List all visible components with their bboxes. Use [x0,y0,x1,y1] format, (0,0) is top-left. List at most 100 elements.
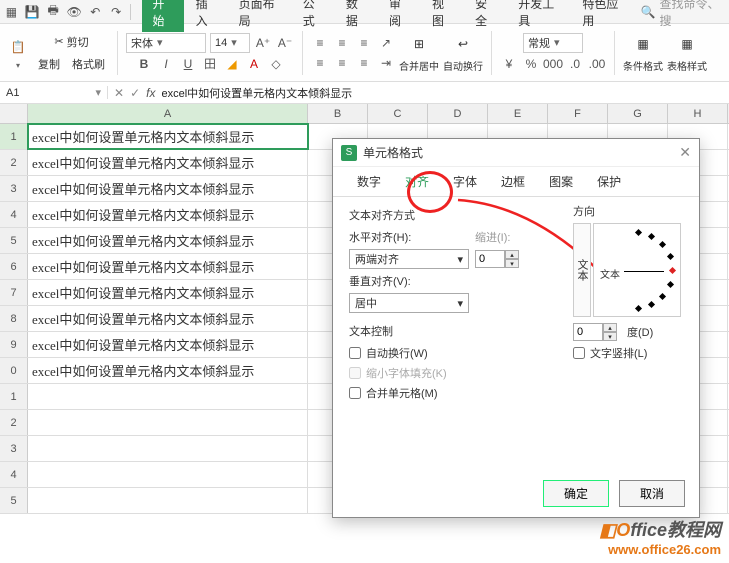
align-top-icon[interactable]: ≡ [311,34,329,52]
dlg-tab-border[interactable]: 边框 [489,167,537,196]
ok-button[interactable]: 确定 [543,480,609,507]
cell[interactable] [28,436,308,461]
home-icon[interactable]: ▦ [4,4,19,20]
orientation-dial[interactable]: 文本 [593,223,681,317]
decrease-font-icon[interactable]: A⁻ [276,34,294,52]
cut-button[interactable]: ✂剪切 [50,32,92,52]
paste-icon[interactable]: 📋 [6,35,30,59]
row-header[interactable]: 1 [0,124,28,149]
cell[interactable]: excel中如何设置单元格内文本倾斜显示 [28,306,308,331]
col-header-c[interactable]: C [368,104,428,123]
cell-styles-icon[interactable]: ▦ [675,32,699,56]
preview-icon[interactable]: 👁 [67,4,82,20]
tab-start[interactable]: 开始 [142,0,183,32]
align-bottom-icon[interactable]: ≡ [355,34,373,52]
fx-icon[interactable]: fx [146,86,155,100]
cell[interactable]: excel中如何设置单元格内文本倾斜显示 [28,202,308,227]
tab-review[interactable]: 审阅 [379,0,420,32]
wrap-checkbox[interactable] [349,347,361,359]
row-header[interactable]: 6 [0,254,28,279]
col-header-d[interactable]: D [428,104,488,123]
wrap-icon[interactable]: ↩ [451,32,475,56]
select-all-corner[interactable] [0,104,28,123]
clear-format-icon[interactable]: ◇ [267,55,285,73]
number-format-combo[interactable]: 常规▾ [523,33,583,53]
degree-input[interactable] [573,323,603,341]
fx-confirm-icon[interactable]: ✓ [130,86,140,100]
indent-input[interactable] [475,250,505,268]
bold-icon[interactable]: B [135,55,153,73]
redo-icon[interactable]: ↷ [109,4,124,20]
cell[interactable]: excel中如何设置单元格内文本倾斜显示 [28,332,308,357]
undo-icon[interactable]: ↶ [88,4,103,20]
inc-decimal-icon[interactable]: .0 [566,55,584,73]
cond-format-icon[interactable]: ▦ [631,32,655,56]
print-icon[interactable]: 🖶 [46,4,61,20]
spin-down-icon[interactable]: ▾ [505,259,519,268]
formula-content[interactable]: excel中如何设置单元格内文本倾斜显示 [161,85,352,101]
dec-decimal-icon[interactable]: .00 [588,55,606,73]
tab-insert[interactable]: 插入 [186,0,227,32]
cell[interactable] [28,384,308,409]
save-icon[interactable]: 💾 [25,4,40,20]
indent-spinner[interactable]: ▴▾ [475,250,525,268]
percent-icon[interactable]: % [522,55,540,73]
italic-icon[interactable]: I [157,55,175,73]
close-icon[interactable]: ✕ [679,144,691,161]
orient-icon[interactable]: ↗ [377,34,395,52]
deg-down-icon[interactable]: ▾ [603,332,617,341]
tab-layout[interactable]: 页面布局 [229,0,291,32]
tab-security[interactable]: 安全 [465,0,506,32]
v-align-select[interactable]: 居中▾ [349,293,469,313]
format-painter-button[interactable]: 格式刷 [68,54,109,74]
align-center-icon[interactable]: ≡ [333,54,351,72]
row-header[interactable]: 9 [0,332,28,357]
cell[interactable]: excel中如何设置单元格内文本倾斜显示 [28,280,308,305]
search-area[interactable]: 🔍 查找命令、搜 [641,0,725,29]
tab-view[interactable]: 视图 [422,0,463,32]
deg-up-icon[interactable]: ▴ [603,323,617,332]
border-icon[interactable]: 田 [201,55,219,73]
cell[interactable]: excel中如何设置单元格内文本倾斜显示 [28,176,308,201]
name-box[interactable]: A1▾ [0,86,108,99]
cell[interactable]: excel中如何设置单元格内文本倾斜显示 [28,358,308,383]
comma-icon[interactable]: 000 [544,55,562,73]
dlg-tab-protect[interactable]: 保护 [585,167,633,196]
indent-icon[interactable]: ⇥ [377,54,395,72]
vertical-stack-row[interactable]: 文字竖排(L) [573,345,683,361]
dlg-tab-font[interactable]: 字体 [441,167,489,196]
tab-data[interactable]: 数据 [336,0,377,32]
row-header[interactable]: 3 [0,176,28,201]
cell[interactable]: excel中如何设置单元格内文本倾斜显示 [28,254,308,279]
row-header[interactable]: 5 [0,228,28,253]
underline-icon[interactable]: U [179,55,197,73]
align-right-icon[interactable]: ≡ [355,54,373,72]
col-header-a[interactable]: A [28,104,308,123]
cell[interactable]: excel中如何设置单元格内文本倾斜显示 [28,124,308,149]
cell[interactable] [28,488,308,513]
col-header-h[interactable]: H [668,104,728,123]
row-header[interactable]: 8 [0,306,28,331]
font-size-combo[interactable]: 14▾ [210,33,250,53]
dlg-tab-number[interactable]: 数字 [345,167,393,196]
row-header[interactable]: 0 [0,358,28,383]
tab-formula[interactable]: 公式 [293,0,334,32]
col-header-f[interactable]: F [548,104,608,123]
row-header[interactable]: 2 [0,150,28,175]
cell[interactable]: excel中如何设置单元格内文本倾斜显示 [28,150,308,175]
align-left-icon[interactable]: ≡ [311,54,329,72]
vertical-stack-checkbox[interactable] [573,347,585,359]
cancel-button[interactable]: 取消 [619,480,685,507]
merge-checkbox[interactable] [349,387,361,399]
col-header-b[interactable]: B [308,104,368,123]
currency-icon[interactable]: ¥ [500,55,518,73]
cell[interactable]: excel中如何设置单元格内文本倾斜显示 [28,228,308,253]
cell[interactable] [28,410,308,435]
fx-cancel-icon[interactable]: ✕ [114,86,124,100]
font-color-icon[interactable]: A [245,55,263,73]
dlg-tab-pattern[interactable]: 图案 [537,167,585,196]
align-middle-icon[interactable]: ≡ [333,34,351,52]
row-header[interactable]: 1 [0,384,28,409]
h-align-select[interactable]: 两端对齐▾ [349,249,469,269]
col-header-g[interactable]: G [608,104,668,123]
